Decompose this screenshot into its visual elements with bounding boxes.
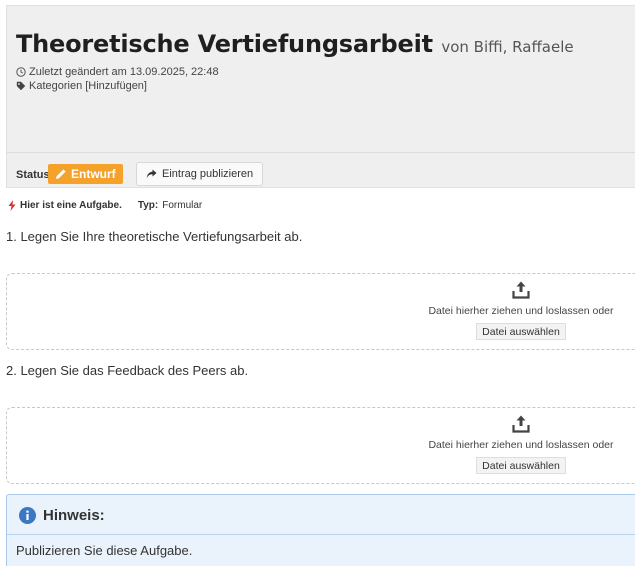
last-updated: Zuletzt geändert am 13.09.2025, 22:48 bbox=[16, 66, 219, 78]
author-name: von Biffi, Raffaele bbox=[441, 38, 574, 56]
clock-icon bbox=[16, 67, 26, 77]
last-updated-text: Zuletzt geändert am 13.09.2025, 22:48 bbox=[29, 66, 219, 78]
publish-entry-button[interactable]: Eintrag publizieren bbox=[136, 162, 264, 186]
categories: Kategorien [Hinzufügen] bbox=[16, 80, 147, 92]
status-badge-label: Entwurf bbox=[71, 167, 116, 181]
file-dropzone-1[interactable]: Datei hierher ziehen und loslassen oder … bbox=[6, 273, 635, 350]
choose-file-button[interactable]: Datei auswählen bbox=[476, 457, 566, 474]
task-type-value: Formular bbox=[162, 200, 203, 211]
title-row: Theoretische Vertiefungsarbeit von Biffi… bbox=[16, 30, 574, 58]
hint-text: Publizieren Sie diese Aufgabe. bbox=[16, 543, 193, 558]
upload-icon bbox=[512, 415, 530, 433]
pencil-icon bbox=[56, 169, 66, 179]
status-badge[interactable]: Entwurf bbox=[48, 164, 123, 184]
step-2-label: 2. Legen Sie das Feedback des Peers ab. bbox=[6, 363, 249, 378]
dropzone-text: Datei hierher ziehen und loslassen oder bbox=[428, 305, 614, 317]
choose-file-button[interactable]: Datei auswählen bbox=[476, 323, 566, 340]
categories-label: Kategorien bbox=[29, 80, 83, 92]
hint-header: Hinweis: bbox=[19, 507, 105, 524]
bolt-icon bbox=[8, 200, 16, 211]
dropzone-content: Datei hierher ziehen und loslassen oder … bbox=[427, 414, 615, 474]
hint-divider bbox=[7, 534, 635, 535]
publish-entry-label: Eintrag publizieren bbox=[162, 168, 254, 180]
step-1-label: 1. Legen Sie Ihre theoretische Vertiefun… bbox=[6, 229, 303, 244]
file-dropzone-2[interactable]: Datei hierher ziehen und loslassen oder … bbox=[6, 407, 635, 484]
tag-icon bbox=[16, 81, 26, 91]
hint-title: Hinweis: bbox=[43, 507, 105, 524]
hint-panel: Hinweis: Publizieren Sie diese Aufgabe. bbox=[6, 494, 635, 566]
task-notice: Hier ist eine Aufgabe. bbox=[20, 200, 122, 211]
upload-icon bbox=[512, 281, 530, 299]
share-arrow-icon bbox=[146, 169, 157, 178]
dropzone-content: Datei hierher ziehen und loslassen oder … bbox=[427, 280, 615, 340]
info-icon bbox=[19, 507, 36, 524]
dropzone-text: Datei hierher ziehen und loslassen oder bbox=[428, 439, 614, 451]
task-type-label: Typ: bbox=[137, 200, 159, 211]
task-info: Hier ist eine Aufgabe. Typ: Formular bbox=[8, 200, 202, 211]
status-bar: Status: Entwurf Eintrag publizieren bbox=[7, 152, 635, 188]
entry-header: Theoretische Vertiefungsarbeit von Biffi… bbox=[6, 5, 635, 188]
add-category-link[interactable]: [Hinzufügen] bbox=[85, 80, 147, 92]
page-title: Theoretische Vertiefungsarbeit bbox=[16, 30, 433, 58]
